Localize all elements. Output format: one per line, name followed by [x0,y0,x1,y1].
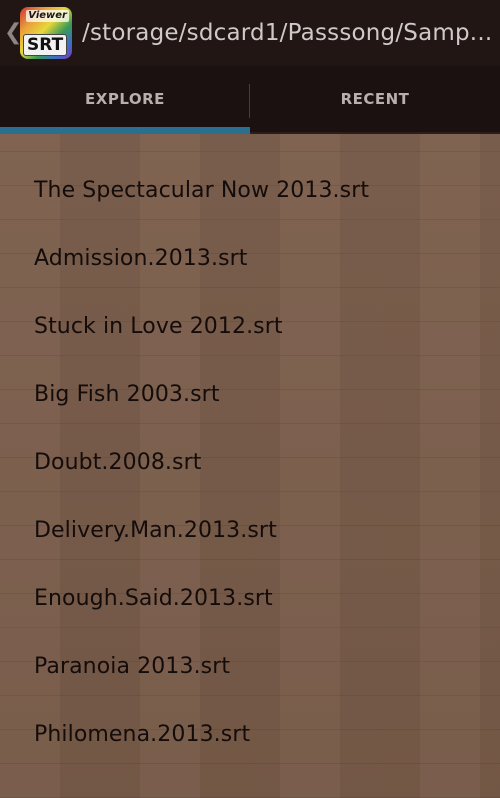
app-icon-big-label: SRT [23,34,68,56]
tab-selected-indicator [0,127,250,134]
tab-bar: EXPLORE RECENT [0,66,500,134]
chevron-left-icon[interactable]: ❮ [4,22,22,44]
app-icon-small-label: Viewer [26,10,69,22]
file-list: The Spectacular Now 2013.srt Admission.2… [0,156,500,768]
action-bar: ❮ Viewer SRT /storage/sdcard1/Passsong/S… [0,0,500,66]
file-item[interactable]: Philomena.2013.srt [0,700,500,768]
file-list-area[interactable]: The Spectacular Now 2013.srt Admission.2… [0,134,500,798]
path-title: /storage/sdcard1/Passsong/Samp... [82,20,493,46]
file-item[interactable]: Big Fish 2003.srt [0,360,500,428]
srt-viewer-app-icon[interactable]: Viewer SRT [20,7,72,59]
file-item[interactable]: The Spectacular Now 2013.srt [0,156,500,224]
file-item[interactable]: Delivery.Man.2013.srt [0,496,500,564]
screen: ❮ Viewer SRT /storage/sdcard1/Passsong/S… [0,0,500,798]
tab-explore[interactable]: EXPLORE [0,66,250,134]
tab-divider [249,84,250,118]
file-item[interactable]: Doubt.2008.srt [0,428,500,496]
file-item[interactable]: Admission.2013.srt [0,224,500,292]
file-item[interactable]: Enough.Said.2013.srt [0,564,500,632]
file-item[interactable]: Stuck in Love 2012.srt [0,292,500,360]
tab-recent[interactable]: RECENT [250,66,500,134]
file-item[interactable]: Paranoia 2013.srt [0,632,500,700]
